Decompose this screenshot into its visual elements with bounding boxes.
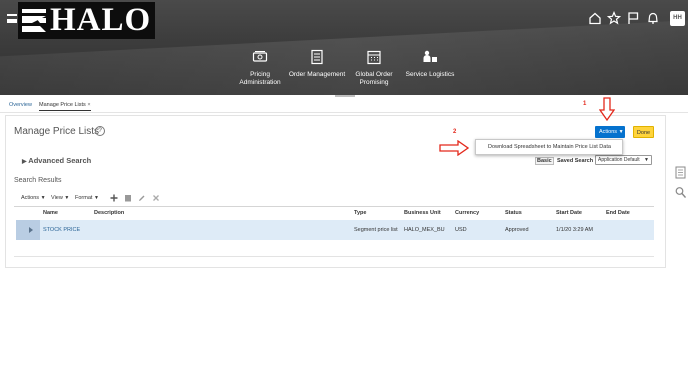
annotation-number-2: 2 <box>453 129 457 135</box>
tab-label: Manage Price Lists <box>39 102 86 108</box>
nav-label: Order Management <box>288 71 346 78</box>
edit-pencil-icon[interactable] <box>138 194 146 202</box>
cell-business-unit: HALO_MEX_BU <box>404 227 445 233</box>
advanced-search-toggle[interactable]: ▶ Advanced Search <box>22 156 91 165</box>
tasks-panel-icon[interactable] <box>675 166 686 179</box>
column-header-start-date[interactable]: Start Date <box>556 210 582 216</box>
home-icon[interactable] <box>588 11 602 25</box>
user-avatar[interactable]: HH <box>670 11 685 26</box>
notifications-bell-icon[interactable] <box>646 11 660 25</box>
results-format-menu[interactable]: Format ▼ <box>75 195 99 201</box>
results-view-label: View <box>51 195 63 201</box>
nav-order-management[interactable]: Order Management <box>288 49 346 79</box>
cell-start-date: 1/1/20 3:29 AM <box>556 227 593 233</box>
cell-type: Segment price list <box>354 227 398 233</box>
cell-name[interactable]: STOCK PRICE <box>43 227 80 233</box>
results-actions-menu[interactable]: Actions ▼ <box>21 195 46 201</box>
results-view-menu[interactable]: View ▼ <box>51 195 69 201</box>
calendar-icon <box>367 50 381 65</box>
chevron-down-icon: ▼ <box>644 157 649 163</box>
nav-label: Global Order Promising <box>355 71 393 86</box>
row-expand-icon[interactable] <box>29 227 33 233</box>
nav-label: Pricing Administration <box>239 71 281 86</box>
halo-logo[interactable]: HALO <box>18 2 155 39</box>
tab-overview[interactable]: Overview <box>9 102 32 108</box>
search-panel-icon[interactable] <box>675 186 686 199</box>
tab-manage-price-lists[interactable]: Manage Price Lists × <box>39 102 91 111</box>
row-selector[interactable] <box>16 220 40 240</box>
cell-currency: USD <box>455 227 467 233</box>
search-results-title: Search Results <box>14 177 62 184</box>
chevron-down-icon: ▼ <box>618 129 624 135</box>
nav-scroll-indicator <box>335 95 355 97</box>
chevron-down-icon: ▼ <box>64 195 70 201</box>
halo-emblem-icon <box>20 5 48 36</box>
results-actions-label: Actions <box>21 195 40 201</box>
add-icon[interactable] <box>110 194 118 202</box>
annotation-arrow-right-icon <box>439 140 469 156</box>
annotation-arrow-down-icon <box>599 97 615 121</box>
chevron-down-icon: ▼ <box>93 195 99 201</box>
main-panel <box>5 115 666 268</box>
column-header-type[interactable]: Type <box>354 210 366 216</box>
nav-global-order-promising[interactable]: Global Order Promising <box>351 49 397 87</box>
tab-close-icon[interactable]: × <box>87 102 90 108</box>
page-title: Manage Price Lists <box>14 126 100 137</box>
actions-button[interactable]: Actions ▼ <box>595 126 625 138</box>
column-header-name[interactable]: Name <box>43 210 58 216</box>
saved-search-label: Saved Search <box>557 158 594 164</box>
duplicate-icon[interactable] <box>124 194 132 202</box>
tab-divider <box>0 112 688 113</box>
hamburger-menu-icon[interactable] <box>7 14 17 23</box>
annotation-number-1: 1 <box>583 101 587 107</box>
saved-search-value: Application Default <box>598 157 640 163</box>
column-header-status[interactable]: Status <box>505 210 522 216</box>
column-header-end-date[interactable]: End Date <box>606 210 630 216</box>
basic-search-button[interactable]: Basic <box>535 157 554 165</box>
service-logistics-icon <box>423 50 437 62</box>
column-header-description[interactable]: Description <box>94 210 124 216</box>
advanced-search-label: Advanced Search <box>28 156 92 165</box>
column-header-currency[interactable]: Currency <box>455 210 479 216</box>
nav-label: Service Logistics <box>405 71 455 78</box>
menu-item-download-spreadsheet[interactable]: Download Spreadsheet to Maintain Price L… <box>488 144 611 150</box>
cell-status: Approved <box>505 227 529 233</box>
actions-dropdown-menu: Download Spreadsheet to Maintain Price L… <box>475 139 623 155</box>
flag-icon[interactable] <box>626 11 640 25</box>
results-format-label: Format <box>75 195 93 201</box>
delete-x-icon[interactable] <box>152 194 160 202</box>
pricing-icon <box>252 51 268 62</box>
logo-wordmark: HALO <box>50 2 152 38</box>
chevron-down-icon: ▼ <box>40 195 46 201</box>
done-button[interactable]: Done <box>633 126 654 138</box>
table-bottom-border <box>14 256 654 257</box>
favorites-star-icon[interactable] <box>607 11 621 25</box>
actions-label: Actions <box>599 129 618 135</box>
column-header-business-unit[interactable]: Business Unit <box>404 210 441 216</box>
nav-pricing-administration[interactable]: Pricing Administration <box>232 49 288 87</box>
order-management-icon <box>311 49 323 65</box>
nav-service-logistics[interactable]: Service Logistics <box>402 49 458 79</box>
table-header-top-border <box>14 206 654 207</box>
help-icon[interactable]: ? <box>95 126 105 136</box>
saved-search-select[interactable]: Application Default ▼ <box>595 155 652 165</box>
